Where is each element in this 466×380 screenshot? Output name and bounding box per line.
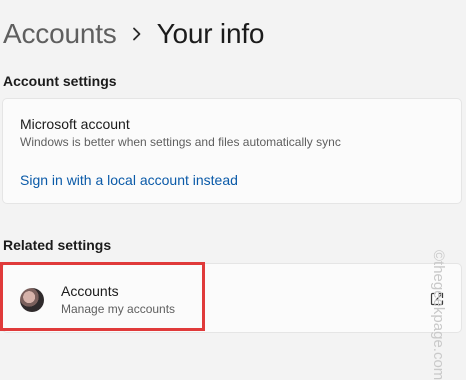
watermark: ©thegeekpage.com <box>430 250 447 380</box>
sign-in-local-account-link[interactable]: Sign in with a local account instead <box>20 172 238 188</box>
microsoft-account-card: Microsoft account Windows is better when… <box>2 98 462 204</box>
section-title-account-settings: Account settings <box>3 73 117 89</box>
accounts-item-description: Manage my accounts <box>61 302 176 316</box>
page-title: Your info <box>156 18 265 49</box>
microsoft-account-description: Windows is better when settings and file… <box>20 135 341 149</box>
breadcrumb-parent-accounts[interactable]: Accounts <box>3 18 117 50</box>
microsoft-account-title: Microsoft account <box>20 116 130 132</box>
accounts-related-setting-item[interactable]: Accounts Manage my accounts <box>2 263 462 333</box>
chevron-right-icon <box>117 27 157 41</box>
breadcrumb: Accounts Your info <box>3 14 264 54</box>
avatar <box>20 288 44 312</box>
section-title-related-settings: Related settings <box>3 237 112 253</box>
accounts-item-title: Accounts <box>61 283 119 299</box>
